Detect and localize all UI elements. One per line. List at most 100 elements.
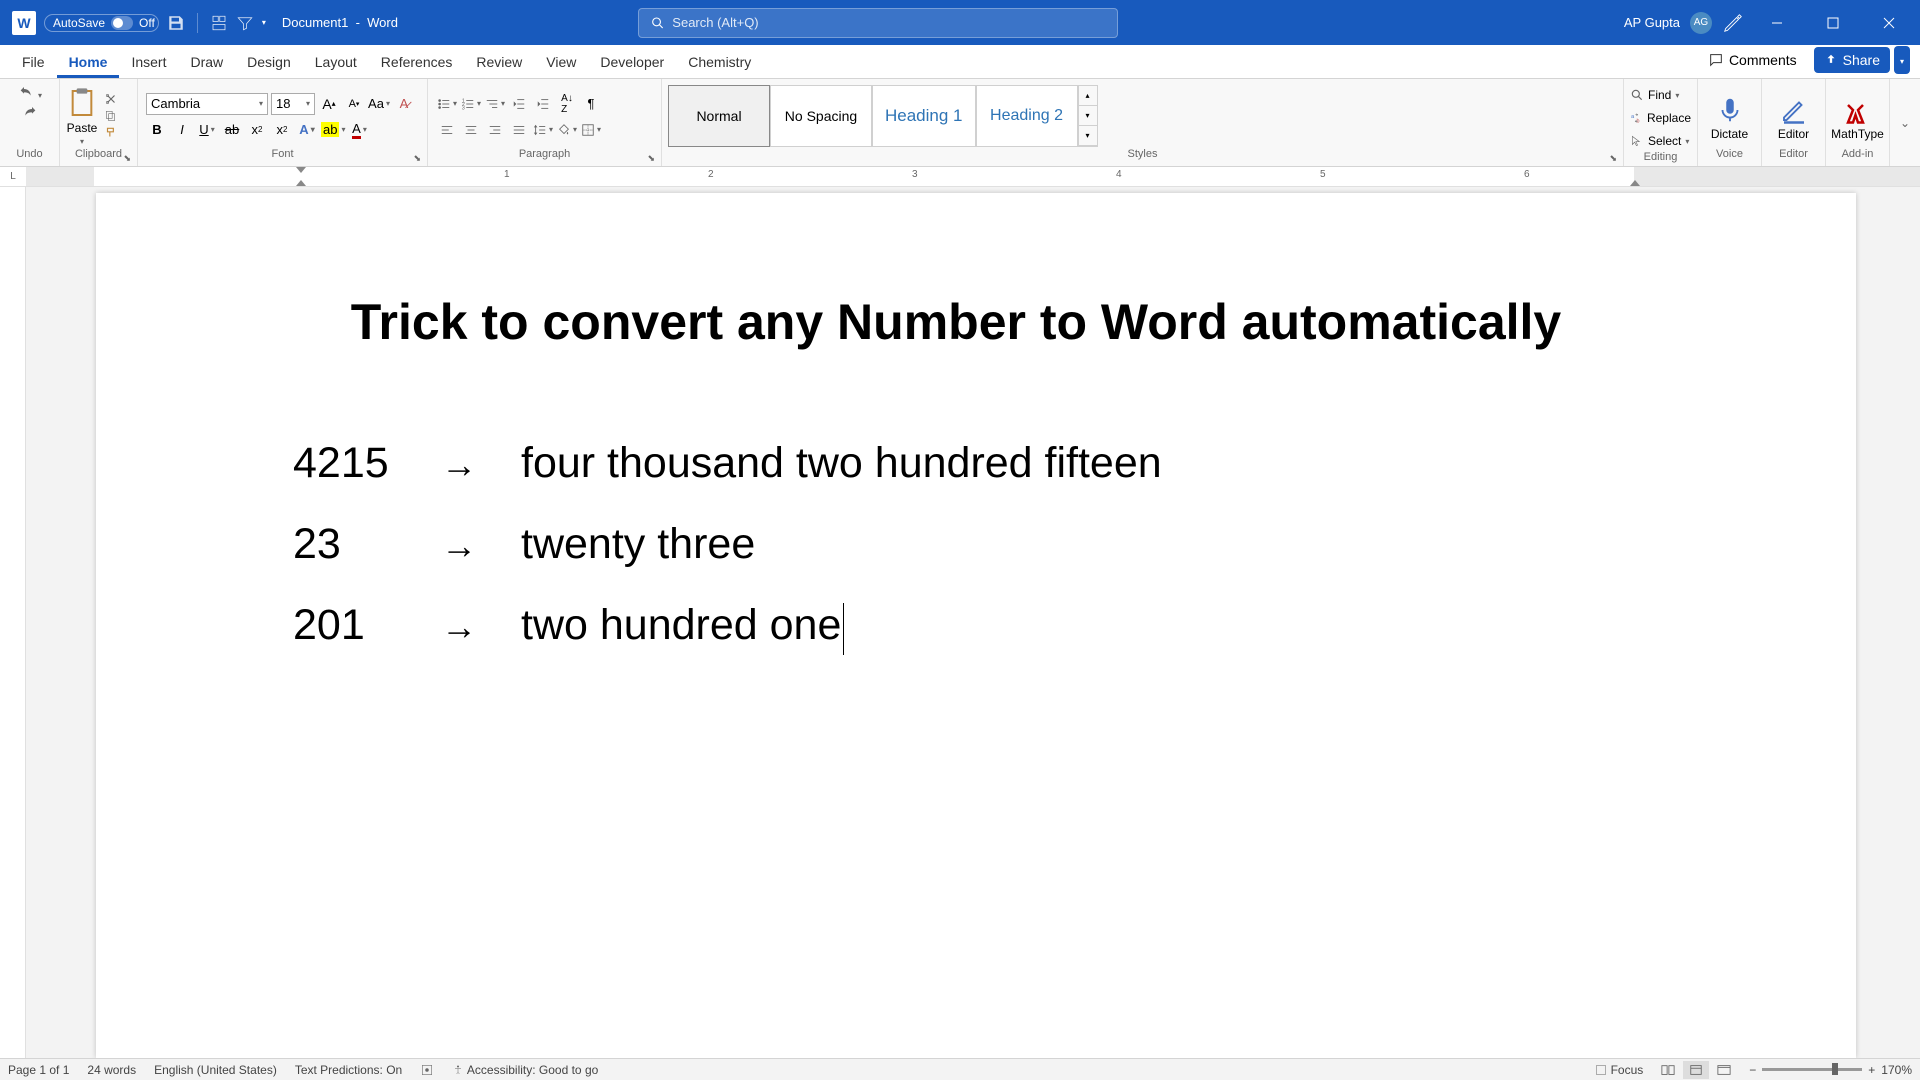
autosave-toggle[interactable]: AutoSave Off	[44, 14, 159, 32]
find-button[interactable]: Find▾	[1630, 85, 1691, 105]
show-marks-button[interactable]: ¶	[580, 93, 602, 115]
print-layout-button[interactable]	[1683, 1061, 1709, 1079]
copy-icon[interactable]	[104, 109, 118, 123]
font-color-button[interactable]: A	[348, 119, 370, 141]
document-heading[interactable]: Trick to convert any Number to Word auto…	[251, 293, 1661, 351]
bold-button[interactable]: B	[146, 119, 168, 141]
clear-format-button[interactable]: A̷	[393, 93, 415, 115]
format-painter-icon[interactable]	[104, 126, 118, 140]
font-size-combo[interactable]: 18▾	[271, 93, 315, 115]
sort-button[interactable]: A↓Z	[556, 93, 578, 115]
zoom-in-button[interactable]: +	[1868, 1063, 1875, 1077]
justify-button[interactable]	[508, 119, 530, 141]
macro-icon[interactable]	[420, 1063, 434, 1077]
style-heading2[interactable]: Heading 2	[976, 85, 1078, 147]
decrease-font-icon[interactable]: A▾	[343, 93, 365, 115]
doc-number[interactable]: 201	[251, 601, 441, 650]
undo-button[interactable]: ▾	[17, 87, 42, 103]
italic-button[interactable]: I	[171, 119, 193, 141]
focus-button[interactable]: Focus	[1595, 1063, 1643, 1077]
subscript-button[interactable]: x2	[246, 119, 268, 141]
accessibility-status[interactable]: Accessibility: Good to go	[452, 1063, 598, 1077]
mathtype-button[interactable]: MathType	[1832, 91, 1883, 141]
hanging-indent-marker[interactable]	[296, 180, 306, 186]
zoom-slider[interactable]	[1762, 1068, 1862, 1071]
align-left-button[interactable]	[436, 119, 458, 141]
align-right-button[interactable]	[484, 119, 506, 141]
multilevel-list-button[interactable]	[484, 93, 506, 115]
editor-button[interactable]: Editor	[1768, 91, 1819, 141]
collapse-ribbon-button[interactable]: ⌄	[1890, 79, 1920, 166]
pen-icon[interactable]	[1722, 12, 1744, 34]
tab-chemistry[interactable]: Chemistry	[676, 48, 763, 78]
minimize-button[interactable]	[1754, 0, 1800, 45]
page-status[interactable]: Page 1 of 1	[8, 1063, 69, 1077]
tab-insert[interactable]: Insert	[119, 48, 178, 78]
dictate-button[interactable]: Dictate	[1704, 91, 1755, 141]
document-row[interactable]: 201 → two hundred one	[251, 601, 1661, 650]
tab-view[interactable]: View	[534, 48, 588, 78]
read-mode-button[interactable]	[1655, 1061, 1681, 1079]
tab-review[interactable]: Review	[464, 48, 534, 78]
language-status[interactable]: English (United States)	[154, 1063, 277, 1077]
tab-references[interactable]: References	[369, 48, 465, 78]
document-row[interactable]: 4215 → four thousand two hundred fifteen	[251, 439, 1661, 488]
doc-number[interactable]: 4215	[251, 439, 441, 488]
doc-number[interactable]: 23	[251, 520, 441, 569]
horizontal-ruler[interactable]: L 1 2 3 4 5 6	[0, 167, 1920, 187]
style-normal[interactable]: Normal	[668, 85, 770, 147]
replace-button[interactable]: abReplace	[1630, 108, 1691, 128]
align-center-button[interactable]	[460, 119, 482, 141]
underline-button[interactable]: U	[196, 119, 218, 141]
search-input[interactable]	[672, 15, 1105, 30]
doc-word[interactable]: two hundred one	[521, 601, 1661, 650]
quick-access-icon[interactable]	[210, 14, 228, 32]
bullets-button[interactable]	[436, 93, 458, 115]
filter-icon[interactable]	[236, 14, 254, 32]
document-page[interactable]: Trick to convert any Number to Word auto…	[96, 193, 1856, 1058]
font-name-combo[interactable]: Cambria▾	[146, 93, 268, 115]
share-button[interactable]: Share	[1814, 47, 1890, 73]
superscript-button[interactable]: x2	[271, 119, 293, 141]
user-name[interactable]: AP Gupta	[1624, 15, 1680, 30]
tab-file[interactable]: File	[10, 48, 57, 78]
increase-indent-button[interactable]	[532, 93, 554, 115]
strikethrough-button[interactable]: ab	[221, 119, 243, 141]
doc-word[interactable]: four thousand two hundred fifteen	[521, 439, 1661, 488]
numbering-button[interactable]: 123	[460, 93, 482, 115]
borders-button[interactable]	[580, 119, 602, 141]
web-layout-button[interactable]	[1711, 1061, 1737, 1079]
maximize-button[interactable]	[1810, 0, 1856, 45]
styles-scroll[interactable]: ▴▾▾	[1078, 85, 1098, 147]
font-launcher-icon[interactable]: ⬊	[413, 153, 421, 164]
paragraph-launcher-icon[interactable]: ⬊	[647, 153, 655, 164]
document-area[interactable]: Trick to convert any Number to Word auto…	[26, 187, 1920, 1058]
right-indent-marker[interactable]	[1630, 180, 1640, 186]
tab-draw[interactable]: Draw	[178, 48, 235, 78]
paste-button[interactable]: Paste ▾	[66, 85, 98, 146]
text-effects-button[interactable]: A	[296, 119, 318, 141]
comments-button[interactable]: Comments	[1699, 47, 1806, 73]
style-heading1[interactable]: Heading 1	[872, 85, 976, 147]
redo-button[interactable]	[21, 107, 39, 123]
change-case-button[interactable]: Aa	[368, 93, 390, 115]
line-spacing-button[interactable]	[532, 119, 554, 141]
close-button[interactable]	[1866, 0, 1912, 45]
clipboard-launcher-icon[interactable]: ⬊	[123, 153, 131, 164]
qat-dropdown-icon[interactable]: ▾	[262, 18, 266, 27]
tab-developer[interactable]: Developer	[588, 48, 676, 78]
styles-launcher-icon[interactable]: ⬊	[1609, 153, 1617, 164]
share-dropdown[interactable]: ▾	[1894, 46, 1910, 74]
document-row[interactable]: 23 → twenty three	[251, 520, 1661, 569]
cut-icon[interactable]	[104, 92, 118, 106]
save-icon[interactable]	[167, 14, 185, 32]
tab-home[interactable]: Home	[57, 48, 120, 78]
style-no-spacing[interactable]: No Spacing	[770, 85, 872, 147]
decrease-indent-button[interactable]	[508, 93, 530, 115]
tab-design[interactable]: Design	[235, 48, 303, 78]
user-avatar[interactable]: AG	[1690, 12, 1712, 34]
doc-word[interactable]: twenty three	[521, 520, 1661, 569]
shading-button[interactable]	[556, 119, 578, 141]
search-box[interactable]	[638, 8, 1118, 38]
select-button[interactable]: Select▾	[1630, 131, 1691, 151]
